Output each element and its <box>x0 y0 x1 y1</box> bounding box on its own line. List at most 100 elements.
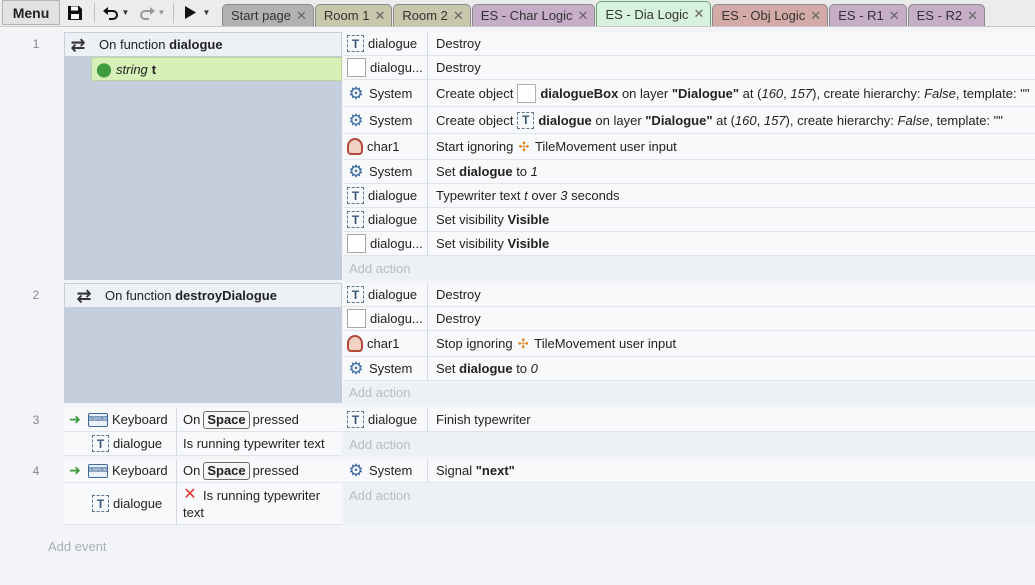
sprite-object-icon <box>517 83 537 103</box>
action-row[interactable]: ⚙ System Create object Tdialogue on layer… <box>343 107 1035 134</box>
action-row[interactable]: Tdialogue Set visibility Visible <box>343 208 1035 232</box>
add-action-row[interactable]: Add action <box>343 432 1035 456</box>
condition-row[interactable]: T dialogue ✕ Is running typewriter text <box>64 483 342 525</box>
action-row[interactable]: Tdialogue Finish typewriter <box>343 408 1035 432</box>
add-action-row[interactable]: Add action <box>343 381 1035 403</box>
event-number: 3 <box>32 413 40 427</box>
text-object-icon: T <box>347 286 364 303</box>
object-name: Keyboard <box>112 463 168 478</box>
close-icon[interactable]: ✕ <box>453 8 464 24</box>
event-3[interactable]: ➜ ⌨⌨⌨ Keyboard OnSpacepressed T dialogue… <box>64 408 1035 456</box>
undo-button[interactable]: ▼ <box>101 0 131 25</box>
action-row[interactable]: Tdialogue Destroy <box>343 283 1035 307</box>
map-pin-icon: ⬤ <box>96 61 112 77</box>
add-action-link[interactable]: Add action <box>343 261 410 276</box>
object-name: dialogue <box>113 436 163 451</box>
action-row[interactable]: dialogu... Set visibility Visible <box>343 232 1035 256</box>
event-1[interactable]: ⇄ On function dialogue ⬤ string t Tdialo… <box>64 32 1035 280</box>
function-header[interactable]: ⇄ On function dialogue <box>64 32 342 57</box>
condition-object: T dialogue <box>64 483 177 524</box>
function-loop-icon: ⇄ <box>76 285 92 306</box>
redo-button[interactable]: ▼ <box>137 0 167 25</box>
condition-object: T dialogue <box>64 432 177 455</box>
tab-es-char-logic[interactable]: ES - Char Logic ✕ <box>471 4 596 26</box>
action-text: Destroy <box>436 60 481 75</box>
invert-x-icon: ✕ <box>183 486 197 503</box>
character-sprite-icon <box>347 138 363 155</box>
action-object: char1 <box>343 134 428 159</box>
action-object: dialogu... <box>343 56 428 79</box>
tab-label: ES - Char Logic <box>480 8 573 23</box>
action-row[interactable]: Tdialogue Typewriter text t over 3 secon… <box>343 184 1035 208</box>
action-text: Create object Tdialogue on layer "Dialog… <box>436 111 1003 129</box>
action-row[interactable]: dialogu... Destroy <box>343 56 1035 80</box>
tab-bar: Start page ✕ Room 1 ✕ Room 2 ✕ ES - Char Lo… <box>222 0 986 26</box>
close-icon[interactable]: ✕ <box>810 8 821 24</box>
add-action-row[interactable]: Add action <box>343 256 1035 280</box>
close-icon[interactable]: ✕ <box>578 8 589 24</box>
tab-es-dia-logic[interactable]: ES - Dia Logic ✕ <box>596 1 712 26</box>
object-name: System <box>369 164 413 179</box>
add-action-link[interactable]: Add action <box>343 488 410 503</box>
action-row[interactable]: dialogu... Destroy <box>343 307 1035 331</box>
add-action-row[interactable]: Add action <box>343 483 1035 507</box>
function-label: On function destroyDialogue <box>105 288 277 303</box>
action-column: ⚙ System Signal "next" Add action <box>343 459 1035 525</box>
tab-start-page[interactable]: Start page ✕ <box>222 4 314 26</box>
action-row[interactable]: ⚙ System Create object dialogueBox on lay… <box>343 80 1035 107</box>
event-4[interactable]: ➜ ⌨⌨⌨ Keyboard OnSpacepressed T dialogue… <box>64 459 1035 525</box>
action-row[interactable]: ⚙ System Set dialogue to 0 <box>343 357 1035 381</box>
close-icon[interactable]: ✕ <box>374 8 385 24</box>
text-object-icon: T <box>92 435 109 452</box>
close-icon[interactable]: ✕ <box>296 8 307 24</box>
action-object: ⚙ System <box>343 459 428 482</box>
condition-row[interactable]: ➜ ⌨⌨⌨ Keyboard OnSpacepressed <box>64 408 342 432</box>
tab-es-r2[interactable]: ES - R2 ✕ <box>907 4 986 26</box>
preview-button[interactable]: ▼ <box>180 0 214 25</box>
sprite-object-icon <box>347 58 366 77</box>
object-name: dialogue <box>368 287 418 302</box>
save-button[interactable] <box>62 0 88 25</box>
tab-room-2[interactable]: Room 2 ✕ <box>393 4 471 26</box>
function-header[interactable]: ⇄ On function destroyDialogue <box>64 283 342 308</box>
sprite-object-icon <box>347 309 366 328</box>
action-object: Tdialogue <box>343 184 428 207</box>
action-row[interactable]: char1 Start ignoring ✣ TileMovement user … <box>343 134 1035 160</box>
chevron-down-icon: ▼ <box>121 8 130 17</box>
action-row[interactable]: ⚙ System Signal "next" <box>343 459 1035 483</box>
tab-label: ES - R2 <box>916 8 963 23</box>
object-name: dialogue <box>368 412 418 427</box>
arrow-right-icon: ➜ <box>69 462 81 478</box>
gear-icon: ⚙ <box>348 83 364 103</box>
close-icon[interactable]: ✕ <box>694 6 705 22</box>
text-object-icon: T <box>347 187 364 204</box>
action-object: Tdialogue <box>343 408 428 431</box>
tab-es-obj-logic[interactable]: ES - Obj Logic ✕ <box>712 4 829 26</box>
add-action-link[interactable]: Add action <box>343 437 410 452</box>
close-icon[interactable]: ✕ <box>967 8 978 24</box>
tab-es-r1[interactable]: ES - R1 ✕ <box>829 4 907 26</box>
event-2[interactable]: ⇄ On function destroyDialogue Tdialogue … <box>64 283 1035 403</box>
add-event-link[interactable]: Add event <box>48 539 107 554</box>
text-object-icon: T <box>92 495 109 512</box>
action-row[interactable]: char1 Stop ignoring ✣ TileMovement user i… <box>343 331 1035 357</box>
condition-row[interactable]: ➜ ⌨⌨⌨ Keyboard OnSpacepressed <box>64 459 342 483</box>
action-row[interactable]: ⚙ System Set dialogue to 1 <box>343 160 1035 184</box>
chevron-down-icon: ▼ <box>202 8 211 17</box>
tab-label: ES - Obj Logic <box>721 8 806 23</box>
tile-movement-icon: ✣ <box>517 336 529 351</box>
menu-button[interactable]: Menu <box>2 0 60 25</box>
tab-room-1[interactable]: Room 1 ✕ <box>314 4 393 26</box>
condition-row[interactable]: T dialogue Is running typewriter text <box>64 432 342 456</box>
gear-icon: ⚙ <box>348 461 364 480</box>
function-parameter[interactable]: ⬤ string t <box>91 57 342 81</box>
key-badge: Space <box>203 461 250 480</box>
close-icon[interactable]: ✕ <box>889 8 900 24</box>
action-object: ⚙ System <box>343 80 428 106</box>
add-action-link[interactable]: Add action <box>343 385 410 400</box>
toolbar-separator <box>94 3 95 23</box>
action-object: Tdialogue <box>343 32 428 55</box>
action-row[interactable]: Tdialogue Destroy <box>343 32 1035 56</box>
play-icon <box>184 6 196 19</box>
object-name: dialogue <box>368 188 418 203</box>
